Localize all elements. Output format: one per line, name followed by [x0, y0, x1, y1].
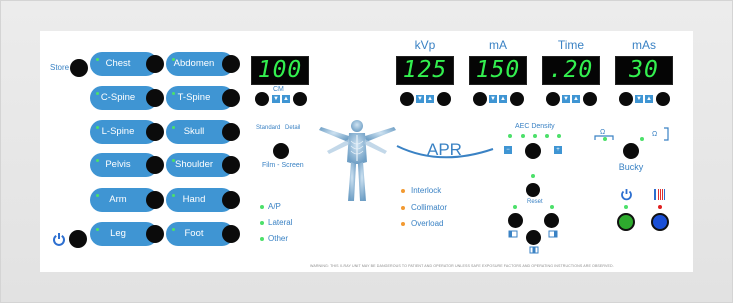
cm-decrease-knob[interactable]	[255, 92, 269, 106]
mas-down-arrow[interactable]: ▼	[635, 95, 643, 103]
hand-button[interactable]: Hand	[166, 188, 240, 212]
chamber-right-button[interactable]	[544, 213, 559, 228]
pelvis-button[interactable]: Pelvis	[90, 153, 164, 177]
chamber-left-led	[513, 205, 517, 209]
reset-led	[531, 174, 535, 178]
store-label: Store	[50, 63, 70, 72]
chamber-right-icon	[548, 230, 558, 238]
chamber-left-button[interactable]	[508, 213, 523, 228]
cm-up-arrow[interactable]: ▲	[282, 95, 290, 103]
ma-up-arrow[interactable]: ▲	[499, 95, 507, 103]
aec-density-knob[interactable]	[525, 143, 541, 159]
arm-button[interactable]: Arm	[90, 188, 164, 212]
bucky-wall-led	[640, 137, 644, 141]
kvp-down-arrow[interactable]: ▼	[416, 95, 424, 103]
abdomen-button[interactable]: Abdomen	[166, 52, 240, 76]
film-screen-knob[interactable]	[273, 143, 289, 159]
other-label: Other	[268, 234, 289, 243]
kvp-display: 125	[396, 56, 454, 85]
ready-led	[624, 205, 628, 209]
aec-led-4	[545, 134, 549, 138]
svg-text:Ω: Ω	[652, 131, 657, 138]
expose-button[interactable]	[651, 213, 669, 231]
cm-label: CM	[273, 86, 284, 93]
ready-button[interactable]	[617, 213, 635, 231]
ap-led	[260, 205, 264, 209]
c-spine-button[interactable]: C-Spine	[90, 86, 164, 110]
ma-down-arrow[interactable]: ▼	[489, 95, 497, 103]
time-display: .20	[542, 56, 600, 85]
aec-led-5	[557, 134, 561, 138]
bucky-knob[interactable]	[623, 143, 639, 159]
chamber-left-icon	[508, 230, 518, 238]
cm-display: 100	[251, 56, 309, 85]
interlock-label: Interlock	[411, 186, 442, 195]
mas-up-arrow[interactable]: ▲	[645, 95, 653, 103]
collimator-led	[401, 206, 405, 210]
ma-increase-knob[interactable]	[510, 92, 524, 106]
collimator-label: Collimator	[411, 203, 448, 212]
shoulder-button[interactable]: Shoulder	[166, 153, 240, 177]
svg-text:Ω: Ω	[600, 129, 605, 136]
overload-led	[401, 222, 405, 226]
store-button[interactable]	[70, 59, 88, 77]
warning-text: WARNING: THIS X-RAY UNIT MAY BE DANGEROU…	[310, 264, 614, 268]
ma-header: mA	[489, 38, 507, 52]
skull-button[interactable]: Skull	[166, 120, 240, 144]
bucky-label: Bucky	[618, 162, 644, 172]
l-spine-button[interactable]: L-Spine	[90, 120, 164, 144]
bucky-table-led	[603, 137, 607, 141]
time-increase-knob[interactable]	[583, 92, 597, 106]
expose-led	[658, 205, 662, 209]
film-detail-label: Detail	[285, 125, 301, 131]
kvp-header: kVp	[414, 38, 436, 52]
power-button[interactable]	[69, 230, 87, 248]
aec-led-1	[508, 134, 512, 138]
lateral-led	[260, 221, 264, 225]
ap-label: A/P	[268, 202, 281, 211]
bucky-wall-icon: Ω	[652, 127, 669, 141]
expose-icon	[654, 189, 665, 200]
ready-icon	[621, 189, 632, 201]
chamber-right-led	[550, 205, 554, 209]
kvp-decrease-knob[interactable]	[400, 92, 414, 106]
t-spine-button[interactable]: T-Spine	[166, 86, 240, 110]
chamber-center-icon	[529, 246, 539, 254]
mas-display: 30	[615, 56, 673, 85]
kvp-increase-knob[interactable]	[437, 92, 451, 106]
ma-display: 150	[469, 56, 527, 85]
cm-down-arrow[interactable]: ▼	[272, 95, 280, 103]
mas-header: mAs	[632, 38, 656, 52]
power-icon	[53, 233, 65, 246]
overload-label: Overload	[411, 219, 444, 228]
ma-decrease-knob[interactable]	[473, 92, 487, 106]
foot-button[interactable]: Foot	[166, 222, 240, 246]
kvp-up-arrow[interactable]: ▲	[426, 95, 434, 103]
mas-increase-knob[interactable]	[656, 92, 670, 106]
time-header: Time	[557, 38, 585, 52]
film-standard-label: Standard	[256, 125, 281, 131]
time-up-arrow[interactable]: ▲	[572, 95, 580, 103]
chest-button[interactable]: Chest	[90, 52, 164, 76]
apr-swoosh	[396, 145, 494, 159]
time-decrease-knob[interactable]	[546, 92, 560, 106]
aec-density-label: AEC Density	[515, 123, 555, 130]
aec-plus-button[interactable]: +	[554, 146, 562, 154]
reset-label: Reset	[527, 199, 543, 205]
mas-decrease-knob[interactable]	[619, 92, 633, 106]
aec-led-2	[521, 134, 525, 138]
interlock-led	[401, 189, 405, 193]
time-down-arrow[interactable]: ▼	[562, 95, 570, 103]
other-led	[260, 237, 264, 241]
lateral-label: Lateral	[268, 218, 293, 227]
reset-button[interactable]	[526, 183, 540, 197]
aec-led-3	[533, 134, 537, 138]
human-skeleton-figure	[319, 120, 396, 201]
film-screen-label: Film - Screen	[262, 162, 304, 169]
leg-button[interactable]: Leg	[90, 222, 164, 246]
chamber-center-button[interactable]	[526, 230, 541, 245]
aec-minus-button[interactable]: −	[504, 146, 512, 154]
cm-increase-knob[interactable]	[293, 92, 307, 106]
